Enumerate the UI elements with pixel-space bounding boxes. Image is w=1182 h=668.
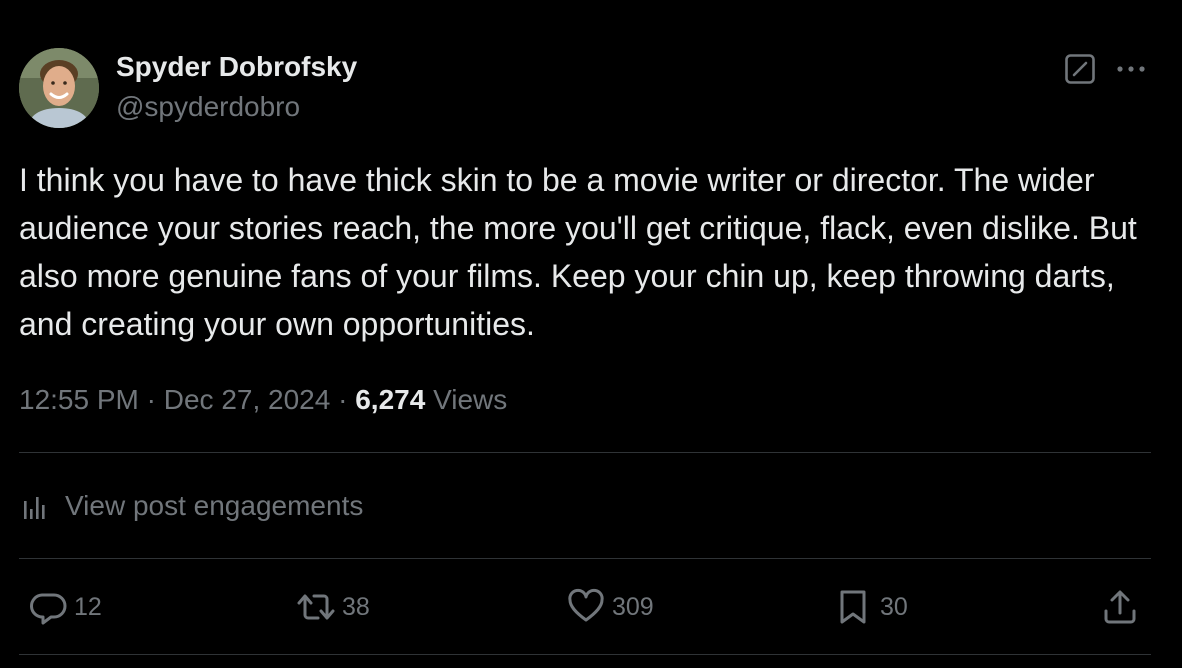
post-date[interactable]: Dec 27, 2024 — [164, 384, 331, 415]
share-button[interactable] — [1100, 586, 1140, 628]
repost-icon — [297, 594, 335, 620]
like-count: 309 — [612, 592, 654, 621]
like-icon — [568, 588, 604, 622]
more-options-icon[interactable] — [1114, 55, 1148, 83]
grok-icon[interactable] — [1064, 53, 1096, 85]
divider — [19, 558, 1151, 559]
author-display-name[interactable]: Spyder Dobrofsky — [116, 50, 357, 84]
analytics-icon — [24, 497, 45, 519]
divider — [19, 654, 1151, 655]
reply-count: 12 — [74, 592, 102, 621]
bookmark-icon — [840, 590, 866, 624]
repost-button[interactable]: 38 — [296, 586, 370, 628]
view-post-engagements-label: View post engagements — [65, 490, 364, 521]
post-time[interactable]: 12:55 PM — [19, 384, 139, 415]
author-handle[interactable]: @spyderdobro — [116, 90, 300, 124]
bookmark-button[interactable]: 30 — [834, 586, 908, 628]
post-text: I think you have to have thick skin to b… — [19, 162, 1137, 342]
like-button[interactable]: 309 — [566, 586, 654, 628]
views-count: 6,274 — [355, 384, 426, 415]
divider — [19, 452, 1151, 453]
meta-separator: · — [146, 384, 156, 415]
post-meta: 12:55 PM · Dec 27, 2024 · 6,274 Views — [19, 382, 507, 418]
avatar-photo — [19, 48, 99, 128]
reply-icon — [30, 593, 67, 625]
avatar[interactable] — [19, 48, 99, 128]
bookmark-count: 30 — [880, 592, 908, 621]
view-post-engagements-button[interactable]: View post engagements — [19, 486, 363, 526]
repost-count: 38 — [342, 592, 370, 621]
meta-separator: · — [338, 384, 348, 415]
share-icon — [1104, 590, 1136, 624]
reply-button[interactable]: 12 — [28, 586, 102, 628]
views-label: Views — [433, 384, 508, 415]
